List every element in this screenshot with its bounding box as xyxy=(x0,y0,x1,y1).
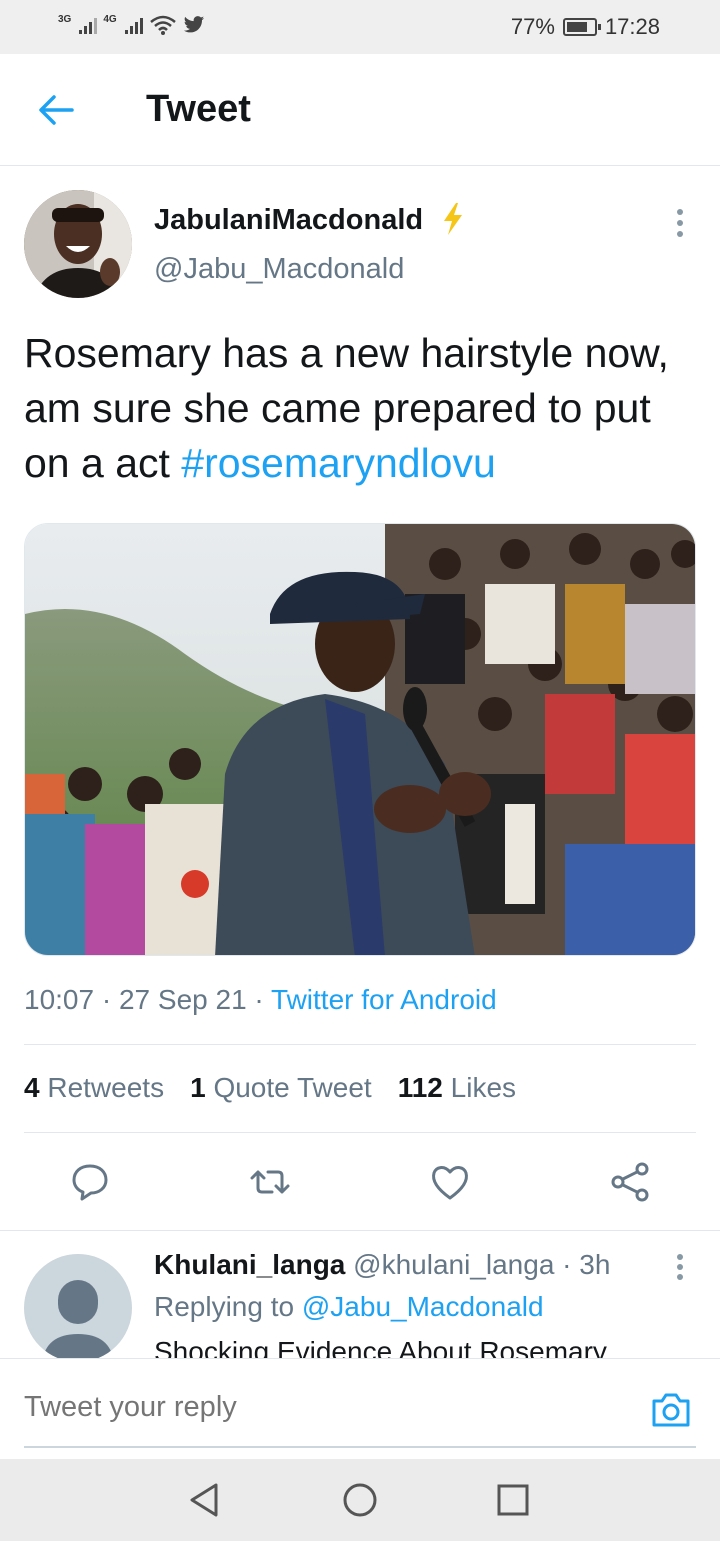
wifi-icon xyxy=(149,15,176,35)
camera-icon[interactable] xyxy=(650,1389,692,1429)
quotes-stat[interactable]: 1 Quote Tweet xyxy=(190,1072,372,1104)
recents-square-icon[interactable] xyxy=(494,1481,532,1519)
author-handle[interactable]: @Jabu_Macdonald xyxy=(154,253,404,286)
system-nav-bar xyxy=(0,1459,720,1541)
more-vertical-icon[interactable] xyxy=(668,206,692,240)
composer-underline xyxy=(24,1446,696,1448)
tweet-date: 27 Sep 21 xyxy=(118,984,247,1015)
replying-label: Replying to xyxy=(154,1291,295,1322)
retweets-stat[interactable]: 4 Retweets xyxy=(24,1072,164,1104)
tweet-source[interactable]: Twitter for Android xyxy=(271,984,497,1015)
crowd-photo xyxy=(25,524,695,955)
hashtag-link[interactable]: #rosemaryndlovu xyxy=(181,440,496,486)
tweet-time: 10:07 xyxy=(24,984,95,1015)
battery-icon xyxy=(562,18,601,36)
heart-icon[interactable] xyxy=(428,1160,472,1204)
avatar-photo xyxy=(24,190,132,298)
signal-icon xyxy=(79,16,98,34)
tweet-actions xyxy=(0,1150,720,1214)
network-label-1: 3G xyxy=(58,13,72,25)
reply-age: 3h xyxy=(579,1249,611,1280)
divider xyxy=(24,1132,696,1133)
battery-level xyxy=(566,22,587,32)
page-title: Tweet xyxy=(146,88,251,130)
reply-header: Khulani_langa @khulani_langa · 3h xyxy=(154,1249,611,1280)
lightning-bolt-icon xyxy=(444,203,462,235)
status-bar: 3G 4G 77% 17:28 xyxy=(0,0,720,54)
tweet-image[interactable] xyxy=(24,523,696,956)
reply-author-handle[interactable]: @khulani_langa xyxy=(353,1249,554,1280)
arrow-left-icon[interactable] xyxy=(36,92,76,128)
top-app-bar: Tweet xyxy=(0,54,720,166)
tweet-meta: 10:07 · 27 Sep 21 · Twitter for Android xyxy=(24,984,497,1015)
status-right: 77% 17:28 xyxy=(511,14,660,40)
status-left: 3G 4G xyxy=(58,14,205,36)
avatar[interactable] xyxy=(24,190,132,298)
clock: 17:28 xyxy=(604,14,660,39)
reply-text: Shocking Evidence About Rosemary xyxy=(154,1336,607,1358)
signal-icon xyxy=(124,16,143,34)
replying-to: Replying to @Jabu_Macdonald xyxy=(154,1291,544,1323)
reply-icon[interactable] xyxy=(68,1160,112,1204)
reply-composer xyxy=(0,1358,720,1458)
author-name[interactable]: JabulaniMacdonald xyxy=(154,204,423,237)
twitter-bird-icon xyxy=(183,16,204,33)
share-icon[interactable] xyxy=(608,1160,652,1204)
tweet-stats: 4 Retweets 1 Quote Tweet 112 Likes xyxy=(24,1072,516,1104)
reply-text-clip: Shocking Evidence About Rosemary xyxy=(154,1334,694,1358)
home-circle-icon[interactable] xyxy=(341,1481,379,1519)
reply-avatar[interactable] xyxy=(24,1254,132,1362)
retweet-icon[interactable] xyxy=(248,1160,292,1204)
reply-author-name[interactable]: Khulani_langa xyxy=(154,1249,345,1280)
replying-to-handle[interactable]: @Jabu_Macdonald xyxy=(302,1291,544,1322)
more-vertical-icon[interactable] xyxy=(668,1252,692,1282)
tweet-text: Rosemary has a new hairstyle now, am sur… xyxy=(24,326,704,491)
likes-stat[interactable]: 112 Likes xyxy=(398,1072,516,1104)
divider xyxy=(24,1044,696,1045)
default-avatar-icon xyxy=(42,1280,114,1362)
back-triangle-icon[interactable] xyxy=(186,1481,224,1519)
network-label-2: 4G xyxy=(103,13,117,25)
section-separator xyxy=(0,1230,720,1231)
battery-percent: 77% xyxy=(510,14,555,39)
reply-input[interactable] xyxy=(24,1391,584,1424)
